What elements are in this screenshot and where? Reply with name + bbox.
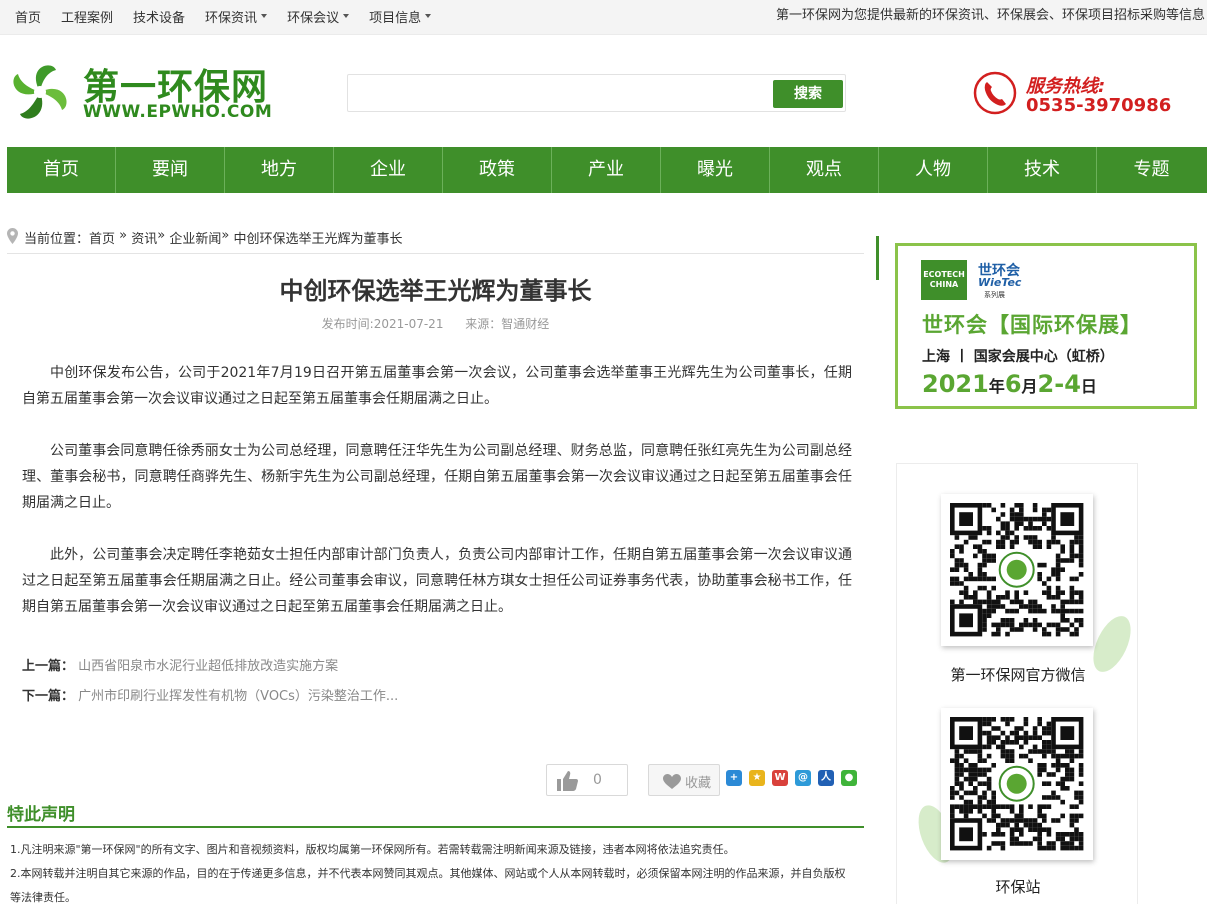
wechat-qr-code (941, 494, 1093, 646)
top-links: 首页 工程案例 技术设备 环保资讯 环保会议 项目信息 (15, 0, 451, 32)
nav-item-headlines[interactable]: 要闻 (116, 147, 225, 193)
ad-date-year-unit: 年 (988, 377, 1005, 396)
ad-date-days: 2-4 (1037, 370, 1081, 398)
statement-body: 1.凡注明来源"第一环保网"的所有文字、图片和音视频资料，版权均属第一环保网所有… (10, 838, 850, 904)
breadcrumb-sep: » (115, 228, 132, 243)
qr-code-icon (950, 717, 1084, 851)
ad-headline: 世环会【国际环保展】 (922, 313, 1142, 337)
share-more-icon[interactable]: + (726, 770, 742, 786)
qr2-caption: 环保站 (995, 878, 1041, 896)
publish-time: 发布时间:2021-07-21 (321, 317, 444, 331)
search-box: 搜索 (347, 74, 846, 112)
top-link-home[interactable]: 首页 (15, 7, 41, 26)
logo-url: WWW.EPWHO.COM (83, 102, 273, 122)
share-tencent-weibo-icon[interactable]: @ (795, 770, 811, 786)
article-source: 来源：智通财经 (465, 317, 550, 331)
breadcrumb-home[interactable]: 首页 (89, 228, 115, 247)
statement-title: 特此声明 (7, 805, 75, 825)
hotline-number: 0535-3970986 (1026, 95, 1172, 116)
site-logo[interactable]: 第一环保网 WWW.EPWHO.COM (6, 56, 286, 130)
caret-down-icon (425, 14, 432, 18)
top-link-news[interactable]: 环保资讯 (205, 7, 268, 26)
top-link-equipment[interactable]: 技术设备 (133, 7, 185, 26)
nav-item-industry[interactable]: 产业 (552, 147, 661, 193)
prev-article: 上一篇： 山西省阳泉市水泥行业超低排放改造实施方案 (22, 652, 398, 682)
main-nav: 首页 要闻 地方 企业 政策 产业 曝光 观点 人物 技术 专题 (7, 147, 1207, 193)
ad-date-month: 6 (1004, 370, 1022, 398)
heart-icon (663, 774, 681, 789)
top-link-cases[interactable]: 工程案例 (61, 7, 113, 26)
share-weibo-icon[interactable]: W (772, 770, 788, 786)
ad-date: 2021年6月2-4日 (922, 370, 1097, 398)
favorite-label: 收藏 (685, 776, 712, 791)
ad-date-year: 2021 (922, 370, 989, 398)
ad-date-day-unit: 日 (1080, 377, 1097, 396)
favorite-button[interactable]: 收藏 (648, 764, 720, 796)
qr-code-icon (950, 503, 1084, 637)
top-bar: 首页 工程案例 技术设备 环保资讯 环保会议 项目信息 第一环保网为您提供最新的… (0, 0, 1207, 35)
expo-banner-ad[interactable]: ECOTECH CHINA 世环会 WieTec 系列展 世环会【国际环保展】 … (895, 243, 1197, 409)
station-qr-code (941, 708, 1093, 860)
top-link-projects[interactable]: 项目信息 (369, 7, 432, 26)
ad-series: 系列展 (984, 291, 1005, 299)
breadcrumb-prefix: 当前位置： (24, 232, 90, 247)
breadcrumb-enterprise-news[interactable]: 企业新闻 (169, 228, 221, 247)
location-pin-icon (7, 228, 18, 244)
breadcrumb-sep: » (157, 228, 170, 243)
phone-icon (973, 71, 1017, 115)
breadcrumb-current: 中创环保选举王光辉为董事长 (233, 232, 403, 247)
search-button[interactable]: 搜索 (773, 80, 843, 108)
sidebar-accent-bar (876, 236, 879, 280)
hotline: 服务热线: 0535-3970986 (972, 70, 1172, 120)
thumbs-up-icon (557, 771, 578, 791)
caret-down-icon (261, 14, 268, 18)
qr1-caption: 第一环保网官方微信 (950, 666, 1086, 684)
prev-article-link[interactable]: 山西省阳泉市水泥行业超低排放改造实施方案 (78, 659, 338, 674)
ad-date-month-unit: 月 (1021, 377, 1038, 396)
prev-next-links: 上一篇： 山西省阳泉市水泥行业超低排放改造实施方案 下一篇： 广州市印刷行业挥发… (22, 652, 398, 712)
breadcrumb-sep: » (221, 228, 234, 243)
next-label: 下一篇： (22, 689, 75, 704)
share-renren-icon[interactable]: 人 (818, 770, 834, 786)
ad-location: 上海 丨 国家会展中心（虹桥） (922, 349, 1114, 365)
top-link-conference[interactable]: 环保会议 (287, 7, 350, 26)
article-title: 中创环保选举王光辉为董事长 (279, 277, 592, 305)
share-icons: + ★ W @ 人 ● (726, 770, 864, 786)
article-body: 中创环保发布公告，公司于2021年7月19日召开第五届董事会第一次会议，公司董事… (22, 360, 852, 646)
nav-item-home[interactable]: 首页 (7, 147, 116, 193)
search-input[interactable] (352, 79, 768, 107)
share-wechat-icon[interactable]: ● (841, 770, 857, 786)
statement-divider (7, 826, 864, 828)
article-paragraph: 中创环保发布公告，公司于2021年7月19日召开第五届董事会第一次会议，公司董事… (22, 365, 852, 407)
prev-label: 上一篇： (22, 659, 75, 674)
nav-item-local[interactable]: 地方 (225, 147, 334, 193)
qr-code-panel: 第一环保网官方微信 环保站 (896, 463, 1138, 904)
caret-down-icon (343, 14, 350, 18)
breadcrumb: 当前位置： 首页 » 资讯 » 企业新闻 » 中创环保选举王光辉为董事长 (7, 228, 864, 254)
breadcrumb-news[interactable]: 资讯 (131, 228, 157, 247)
nav-item-enterprise[interactable]: 企业 (334, 147, 443, 193)
statement-line: 1.凡注明来源"第一环保网"的所有文字、图片和音视频资料，版权均属第一环保网所有… (10, 843, 735, 856)
nav-item-opinion[interactable]: 观点 (770, 147, 879, 193)
share-qzone-icon[interactable]: ★ (749, 770, 765, 786)
next-article-link[interactable]: 广州市印刷行业挥发性有机物（VOCs）污染整治工作... (78, 689, 398, 704)
like-count: 0 (593, 772, 602, 788)
statement-line: 2.本网转载并注明自其它来源的作品，目的在于传递更多信息，并不代表本网赞同其观点… (10, 867, 846, 904)
like-button[interactable]: 0 (546, 764, 628, 796)
top-slogan: 第一环保网为您提供最新的环保资讯、环保展会、环保项目招标采购等信息 (775, 8, 1205, 23)
ecotech-badge: ECOTECH CHINA (921, 260, 967, 300)
nav-item-policy[interactable]: 政策 (443, 147, 552, 193)
article-paragraph: 此外，公司董事会决定聘任李艳茹女士担任内部审计部门负责人，负责公司内部审计工作，… (22, 547, 852, 615)
nav-item-exposure[interactable]: 曝光 (661, 147, 770, 193)
article-meta: 发布时间:2021-07-21 来源：智通财经 (7, 315, 864, 332)
logo-leaf-icon (7, 59, 73, 125)
article-paragraph: 公司董事会同意聘任徐秀丽女士为公司总经理，同意聘任汪华先生为公司副总经理、财务总… (22, 443, 852, 511)
nav-item-tech[interactable]: 技术 (988, 147, 1097, 193)
nav-item-people[interactable]: 人物 (879, 147, 988, 193)
nav-item-topics[interactable]: 专题 (1097, 147, 1206, 193)
next-article: 下一篇： 广州市印刷行业挥发性有机物（VOCs）污染整治工作... (22, 682, 398, 712)
ad-brand-en: WieTec (978, 276, 1022, 289)
